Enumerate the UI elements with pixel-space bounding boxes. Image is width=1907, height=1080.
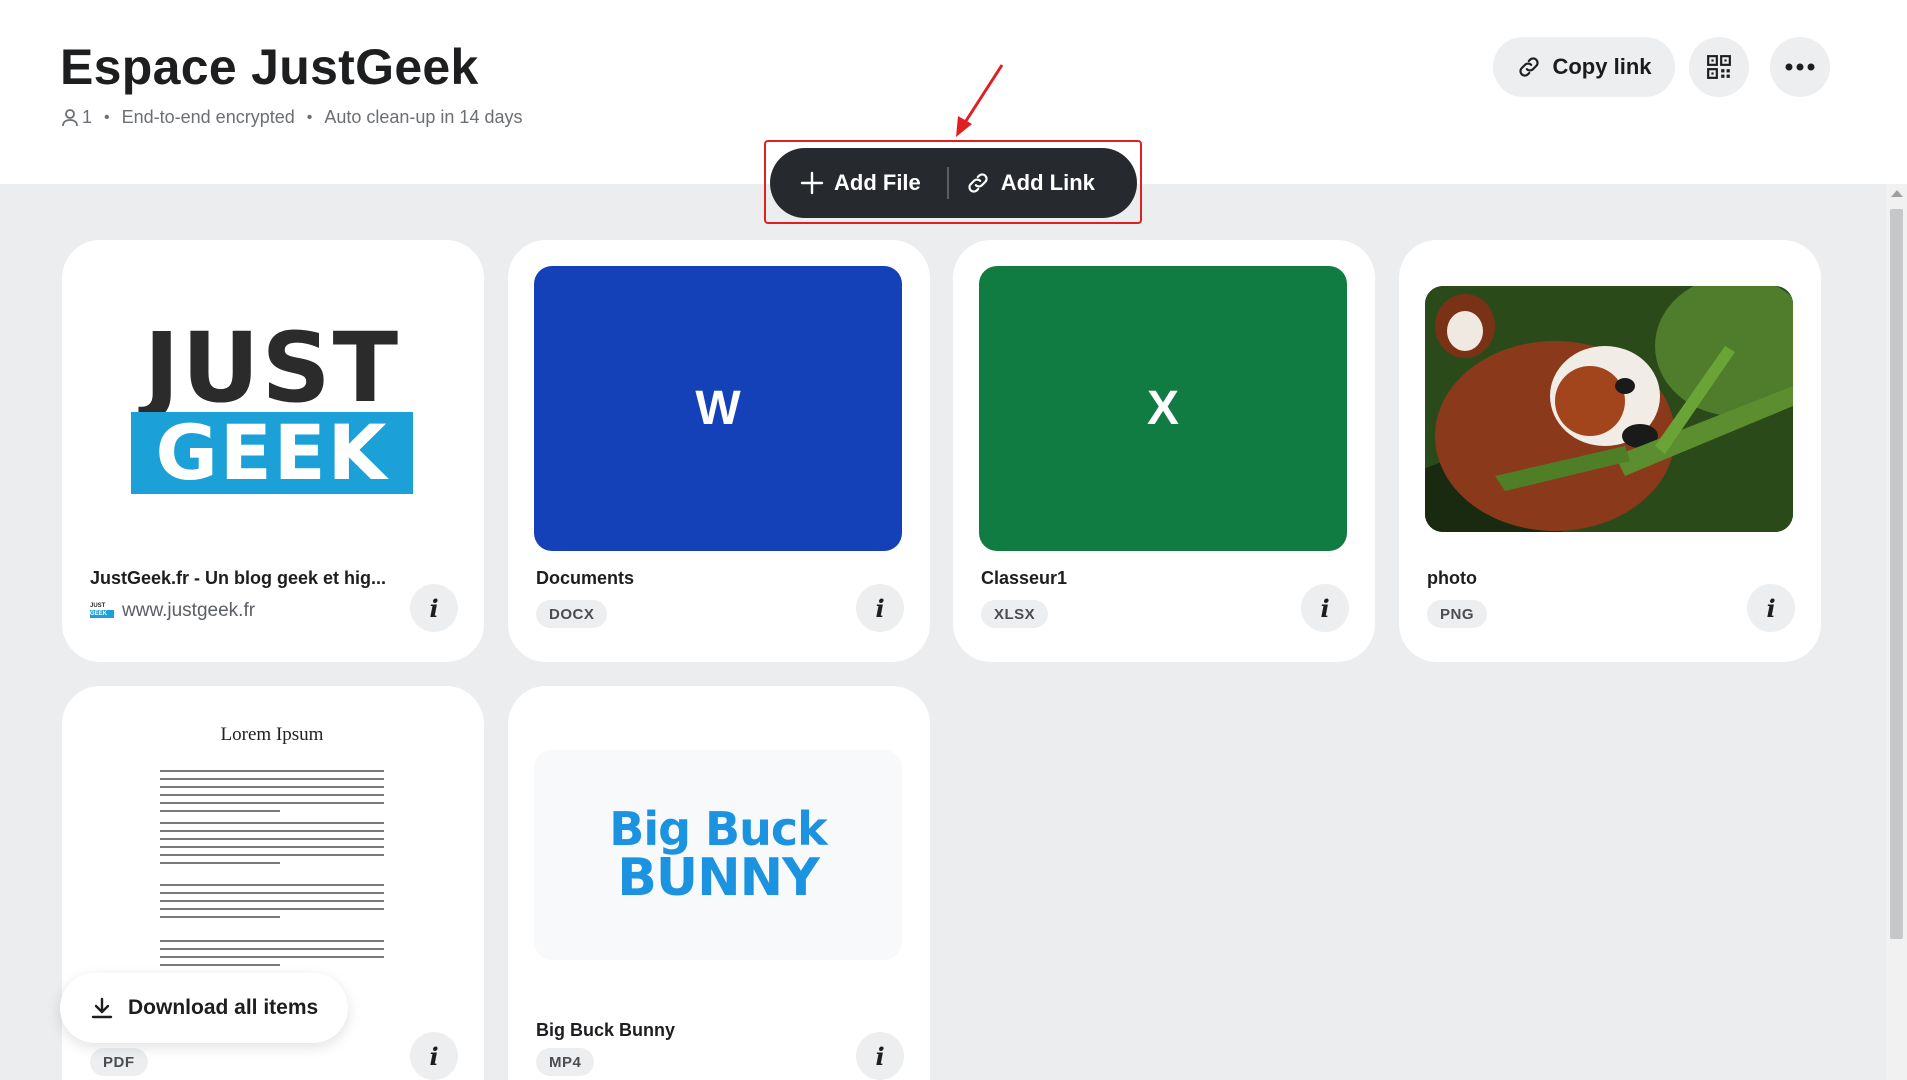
item-card-xlsx[interactable]: X Classeur1 XLSX i [953, 240, 1375, 662]
pdf-text-line [160, 964, 280, 966]
file-type-badge: MP4 [536, 1048, 595, 1076]
copy-link-button[interactable]: Copy link [1493, 37, 1675, 97]
qr-code-icon [1707, 55, 1731, 79]
info-icon: i [875, 1041, 885, 1071]
pdf-text-line [160, 786, 384, 788]
cleanup-status: Auto clean-up in 14 days [324, 107, 523, 127]
members-count: 1 [82, 107, 93, 127]
pdf-text-line [160, 956, 384, 958]
excel-icon: X [1146, 382, 1179, 435]
item-name: photo [1427, 568, 1477, 588]
download-icon [91, 997, 113, 1019]
info-icon: i [429, 1041, 439, 1071]
info-button[interactable]: i [1301, 584, 1349, 632]
separator-dot: • [104, 108, 110, 126]
item-name: Big Buck Bunny [536, 1020, 676, 1040]
item-url-text: www.justgeek.fr [122, 600, 256, 621]
pdf-text-line [160, 810, 280, 812]
item-name: JustGeek.fr - Un blog geek et hig... [90, 568, 387, 588]
scroll-up-icon[interactable] [1891, 190, 1903, 197]
pdf-text-line [160, 802, 384, 804]
pdf-text-line [160, 940, 384, 942]
info-icon: i [429, 593, 439, 623]
download-all-label: Download all items [128, 996, 319, 1019]
page-title: Espace JustGeek [60, 39, 479, 95]
pdf-text-line [160, 862, 280, 864]
copy-link-label: Copy link [1552, 54, 1652, 79]
add-toolbar: Add File Add Link [770, 148, 1137, 218]
scrollbar-thumb[interactable] [1890, 209, 1903, 939]
add-file-label: Add File [834, 170, 921, 195]
pdf-text-line [160, 846, 384, 848]
pdf-doc-title: Lorem Ipsum [220, 724, 324, 745]
item-url[interactable]: JUST GEEK www.justgeek.fr [90, 600, 255, 622]
members: 1 [62, 107, 92, 128]
vertical-scrollbar[interactable] [1886, 184, 1907, 1080]
pdf-text-line [160, 900, 384, 902]
favicon-bottom: GEEK [90, 610, 114, 618]
logo-text-top: JUST [143, 311, 401, 424]
person-icon [62, 108, 78, 126]
logo-text-bottom: GEEK [131, 408, 413, 497]
info-button[interactable]: i [410, 584, 458, 632]
item-card-link[interactable]: JUST GEEK JustGeek.fr - Un blog geek et … [62, 240, 484, 662]
separator-dot: • [306, 108, 313, 126]
pdf-thumbnail: Lorem Ipsum [88, 712, 456, 997]
info-button[interactable]: i [856, 584, 904, 632]
add-link-button[interactable]: Add Link [965, 148, 1095, 218]
item-card-mp4[interactable]: Big Buck BUNNY Big Buck Bunny MP4 i [508, 686, 930, 1080]
red-panda-image [1425, 286, 1793, 532]
favicon-top: JUST [90, 603, 106, 609]
pdf-text-line [160, 916, 280, 918]
info-icon: i [1766, 593, 1776, 623]
pdf-text-line [160, 884, 384, 886]
bunny-logo-line2: BUNNY [617, 848, 820, 908]
pdf-text-line [160, 892, 384, 894]
red-panda-photo [1425, 286, 1793, 532]
justgeek-logo: JUST GEEK [88, 266, 456, 551]
ellipsis-icon [1785, 63, 1815, 71]
item-card-docx[interactable]: W Documents DOCX i [508, 240, 930, 662]
excel-thumbnail: X [979, 266, 1347, 551]
download-all-button[interactable]: Download all items [60, 973, 348, 1043]
item-card-png[interactable]: photo PNG i [1399, 240, 1821, 662]
plus-icon [800, 171, 824, 195]
info-button[interactable]: i [410, 1032, 458, 1080]
favicon: JUST GEEK [90, 602, 114, 620]
pdf-text-line [160, 854, 384, 856]
file-type-badge: DOCX [536, 600, 608, 628]
pdf-text-line [160, 948, 384, 950]
encryption-status: End-to-end encrypted [121, 107, 295, 127]
pdf-text-line [160, 908, 384, 910]
item-name: Classeur1 [981, 568, 1068, 588]
info-button[interactable]: i [856, 1032, 904, 1080]
pdf-text-line [160, 830, 384, 832]
word-thumbnail: W [534, 266, 902, 551]
info-icon: i [875, 593, 885, 623]
pdf-text-line [160, 838, 384, 840]
toolbar-divider [946, 167, 949, 199]
space-meta: 1 • End-to-end encrypted • Auto clean-up… [62, 107, 522, 128]
info-button[interactable]: i [1747, 584, 1795, 632]
pdf-text-line [160, 822, 384, 824]
pdf-text-line [160, 794, 384, 796]
link-icon [1519, 57, 1540, 77]
info-icon: i [1320, 593, 1330, 623]
qr-code-button[interactable] [1689, 37, 1749, 97]
item-name: Documents [536, 568, 635, 588]
link-icon [968, 173, 988, 193]
pdf-text-line [160, 770, 384, 772]
big-buck-bunny-thumbnail: Big Buck BUNNY [534, 750, 902, 960]
add-file-button[interactable]: Add File [770, 148, 921, 218]
pdf-text-line [160, 778, 384, 780]
file-type-badge: XLSX [981, 600, 1049, 628]
file-type-badge: PDF [90, 1048, 148, 1076]
add-link-label: Add Link [1000, 170, 1095, 195]
word-icon: W [695, 382, 741, 435]
file-type-badge: PNG [1427, 600, 1488, 628]
bunny-logo-line1: Big Buck [609, 802, 827, 856]
more-options-button[interactable] [1770, 37, 1830, 97]
